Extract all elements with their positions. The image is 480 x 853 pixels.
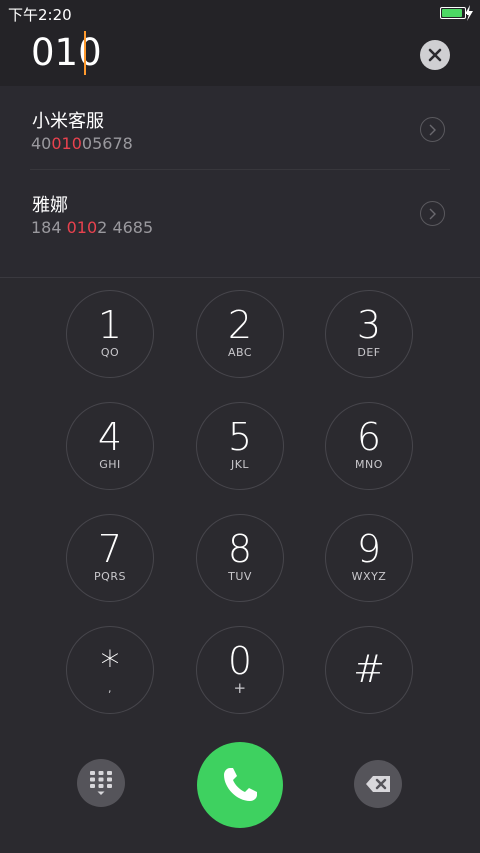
backspace-icon (366, 776, 390, 792)
key-digit: 6 (356, 415, 382, 459)
clear-button[interactable] (420, 40, 450, 70)
number-match-highlight: 010 (51, 134, 82, 153)
charging-bolt-icon (465, 5, 473, 21)
backspace-button[interactable] (354, 760, 402, 808)
key-3[interactable]: 3 DEF (325, 290, 413, 378)
key-1[interactable]: 1 QO (66, 290, 154, 378)
dial-keypad: 1 QO 2 ABC 3 DEF 4 GHI 5 JKL 6 MNO 7 PQR… (0, 278, 480, 738)
key-4[interactable]: 4 GHI (66, 402, 154, 490)
key-digit: 4 (97, 415, 123, 459)
key-letters: QO (100, 346, 120, 359)
key-star[interactable]: * , (66, 626, 154, 714)
contact-row[interactable]: 小米客服 4001005678 (0, 86, 480, 170)
key-letters: GHI (99, 458, 121, 471)
key-digit: 1 (97, 303, 123, 347)
contact-name: 雅娜 (32, 195, 68, 216)
key-2[interactable]: 2 ABC (196, 290, 284, 378)
key-letters: DEF (357, 346, 381, 359)
battery-icon (440, 7, 469, 19)
key-letters: , (108, 682, 112, 695)
key-letters: JKL (230, 458, 250, 471)
key-digit: 7 (97, 527, 123, 571)
key-hash[interactable]: # (325, 626, 413, 714)
key-digit: 3 (356, 303, 382, 347)
chevron-right-icon (429, 208, 436, 220)
contact-detail-button[interactable] (420, 201, 445, 226)
contact-detail-button[interactable] (420, 117, 445, 142)
key-letters: TUV (228, 570, 252, 583)
key-9[interactable]: 9 WXYZ (325, 514, 413, 602)
close-icon (428, 48, 442, 62)
matched-contacts-list: 小米客服 4001005678 雅娜 184 0102 4685 (0, 86, 480, 278)
key-digit: 5 (227, 415, 253, 459)
dialpad-toggle-button[interactable] (77, 759, 125, 807)
key-digit: 2 (227, 303, 253, 347)
key-letters: WXYZ (351, 570, 387, 583)
contact-name: 小米客服 (32, 111, 104, 132)
call-button[interactable] (197, 742, 283, 828)
key-0[interactable]: 0 + (196, 626, 284, 714)
key-digit: 9 (356, 527, 382, 571)
status-time: 下午2:20 (8, 6, 72, 24)
key-digit: # (353, 647, 385, 691)
chevron-right-icon (429, 124, 436, 136)
key-digit: 0 (227, 639, 253, 683)
text-cursor (84, 31, 86, 75)
status-bar: 下午2:20 (0, 0, 480, 26)
key-letters: ABC (227, 346, 253, 359)
key-letters: + (233, 679, 247, 697)
key-6[interactable]: 6 MNO (325, 402, 413, 490)
phone-icon (224, 768, 257, 801)
grid-dialpad-icon (90, 771, 112, 795)
key-letters: MNO (355, 458, 383, 471)
key-digit: * (100, 643, 120, 687)
key-letters: PQRS (94, 570, 126, 583)
key-5[interactable]: 5 JKL (196, 402, 284, 490)
dial-input-bar[interactable]: 010 (0, 26, 480, 86)
contact-number: 4001005678 (31, 134, 133, 153)
key-8[interactable]: 8 TUV (196, 514, 284, 602)
contact-number: 184 0102 4685 (31, 218, 154, 237)
dial-input[interactable]: 010 (31, 31, 102, 74)
key-7[interactable]: 7 PQRS (66, 514, 154, 602)
key-digit: 8 (227, 527, 253, 571)
contact-row[interactable]: 雅娜 184 0102 4685 (0, 170, 480, 254)
number-match-highlight: 010 (66, 218, 98, 237)
